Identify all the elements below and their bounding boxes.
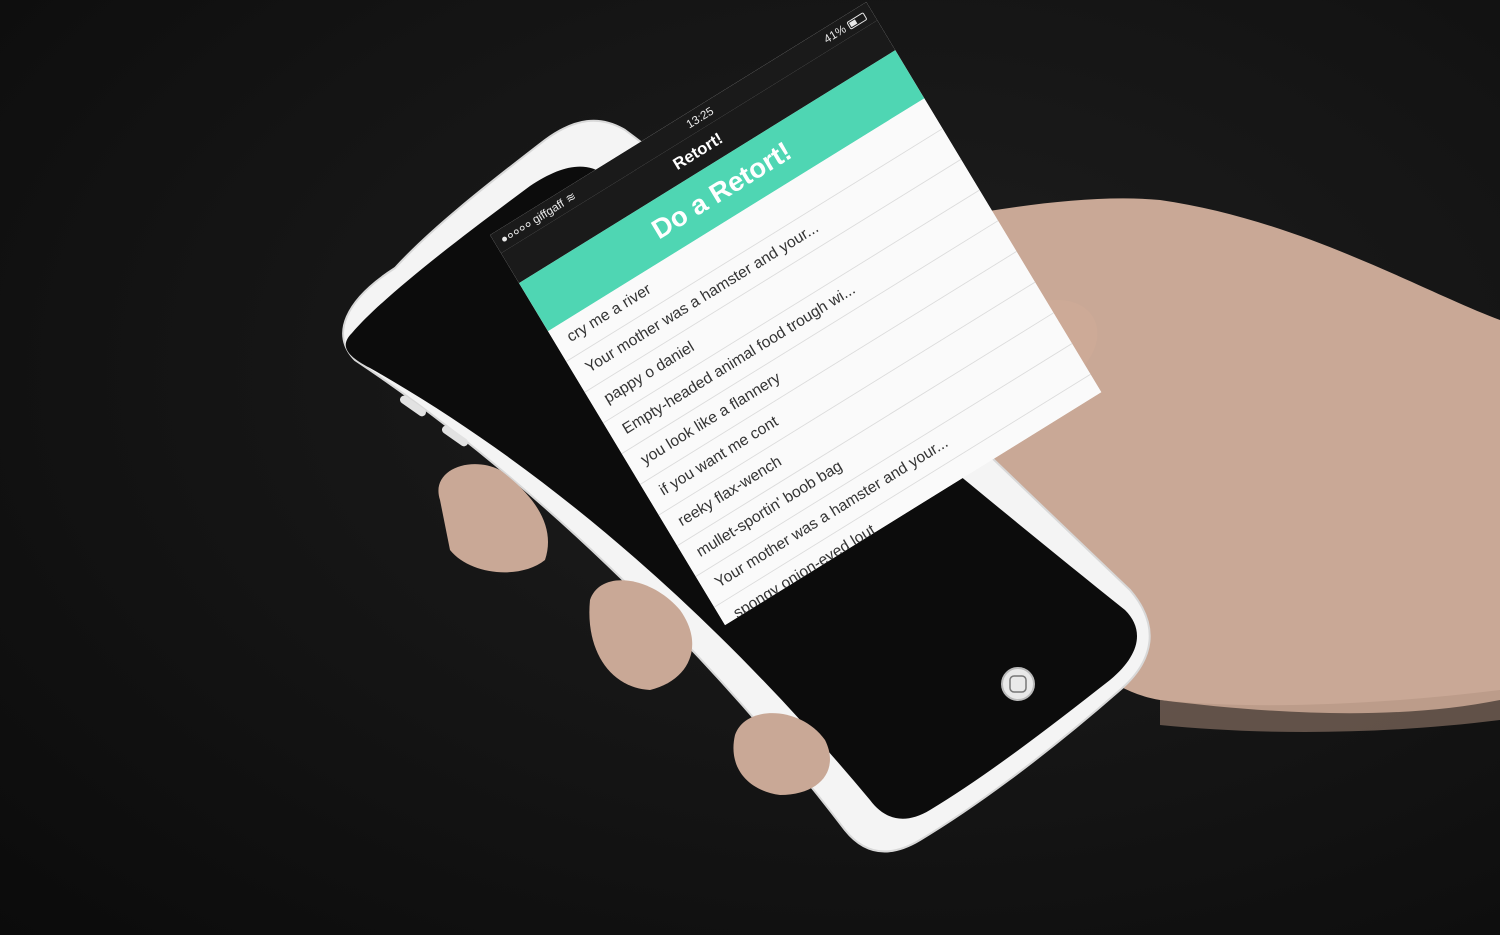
wifi-icon: ≋ — [563, 189, 579, 206]
home-button[interactable] — [1001, 667, 1035, 701]
battery-icon — [846, 11, 868, 30]
